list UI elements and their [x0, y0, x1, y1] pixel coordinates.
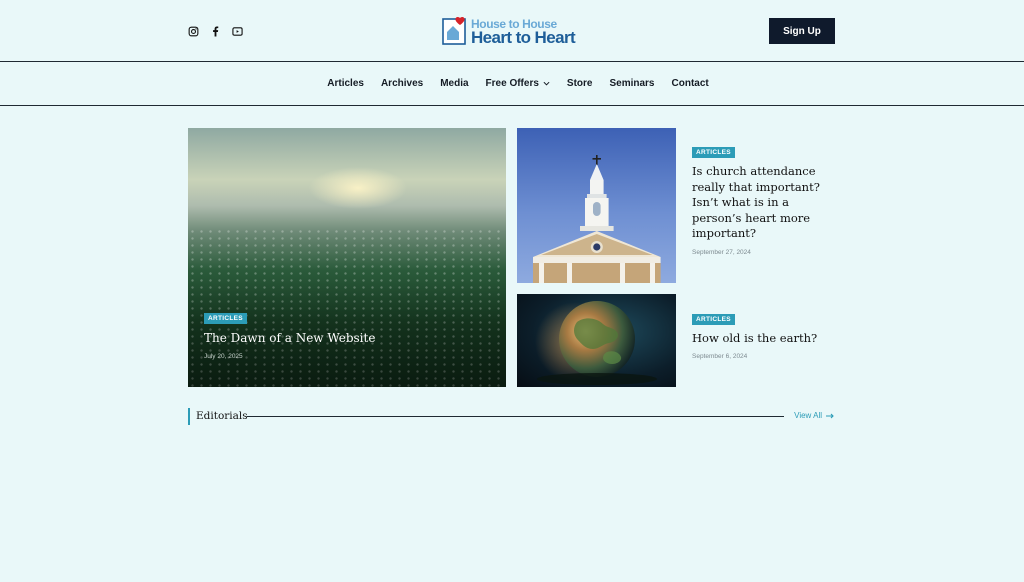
featured-post-tag[interactable]: ARTICLES [204, 313, 247, 324]
facebook-link[interactable] [210, 26, 221, 37]
editorials-section-header: Editorials View All [188, 408, 835, 425]
nav-item-contact[interactable]: Contact [672, 78, 709, 89]
instagram-link[interactable] [188, 26, 199, 37]
section-divider [247, 416, 784, 417]
instagram-icon [188, 26, 199, 37]
side-post-1-date: September 27, 2024 [692, 249, 751, 256]
site-logo[interactable]: House to House Heart to Heart [442, 16, 576, 47]
nav-item-store[interactable]: Store [567, 78, 593, 89]
church-steeple-illustration [533, 155, 661, 283]
nav-item-free-offers[interactable]: Free Offers [486, 78, 550, 89]
view-all-link[interactable]: View All [794, 411, 835, 420]
sign-up-button[interactable]: Sign Up [769, 18, 835, 44]
featured-post-title[interactable]: The Dawn of a New Website [204, 331, 375, 345]
side-post-1-tag[interactable]: ARTICLES [692, 147, 735, 158]
nav-item-archives[interactable]: Archives [381, 78, 423, 89]
social-links [188, 26, 243, 37]
nav-item-media[interactable]: Media [440, 78, 468, 89]
church-post-image[interactable] [517, 128, 676, 283]
editorials-heading: Editorials [196, 410, 248, 422]
view-all-label: View All [794, 411, 822, 420]
side-post-2-title[interactable]: How old is the earth? [692, 331, 817, 345]
main-nav: Articles Archives Media Free Offers Stor… [0, 62, 1024, 106]
side-post-1-title[interactable]: Is church attendance really that importa… [692, 164, 822, 242]
earth-globe-illustration [535, 301, 657, 385]
youtube-link[interactable] [232, 26, 243, 37]
nav-item-seminars[interactable]: Seminars [609, 78, 654, 89]
youtube-icon [232, 27, 243, 36]
earth-post-image[interactable] [517, 294, 676, 387]
top-header: House to House Heart to Heart Sign Up [0, 0, 1024, 62]
nav-item-free-offers-label: Free Offers [485, 78, 539, 89]
chevron-down-icon [543, 81, 550, 86]
facebook-icon [213, 26, 219, 37]
side-post-2-tag[interactable]: ARTICLES [692, 314, 735, 325]
logo-line2: Heart to Heart [471, 28, 576, 47]
side-post-2-date: September 6, 2024 [692, 353, 748, 360]
section-accent-bar [188, 408, 190, 425]
featured-post-date: July 20, 2025 [204, 353, 243, 360]
arrow-right-icon [826, 413, 834, 418]
house-heart-logo-icon [442, 16, 466, 45]
nav-item-articles[interactable]: Articles [327, 78, 364, 89]
featured-post-card[interactable]: ARTICLES The Dawn of a New Website July … [188, 128, 506, 387]
